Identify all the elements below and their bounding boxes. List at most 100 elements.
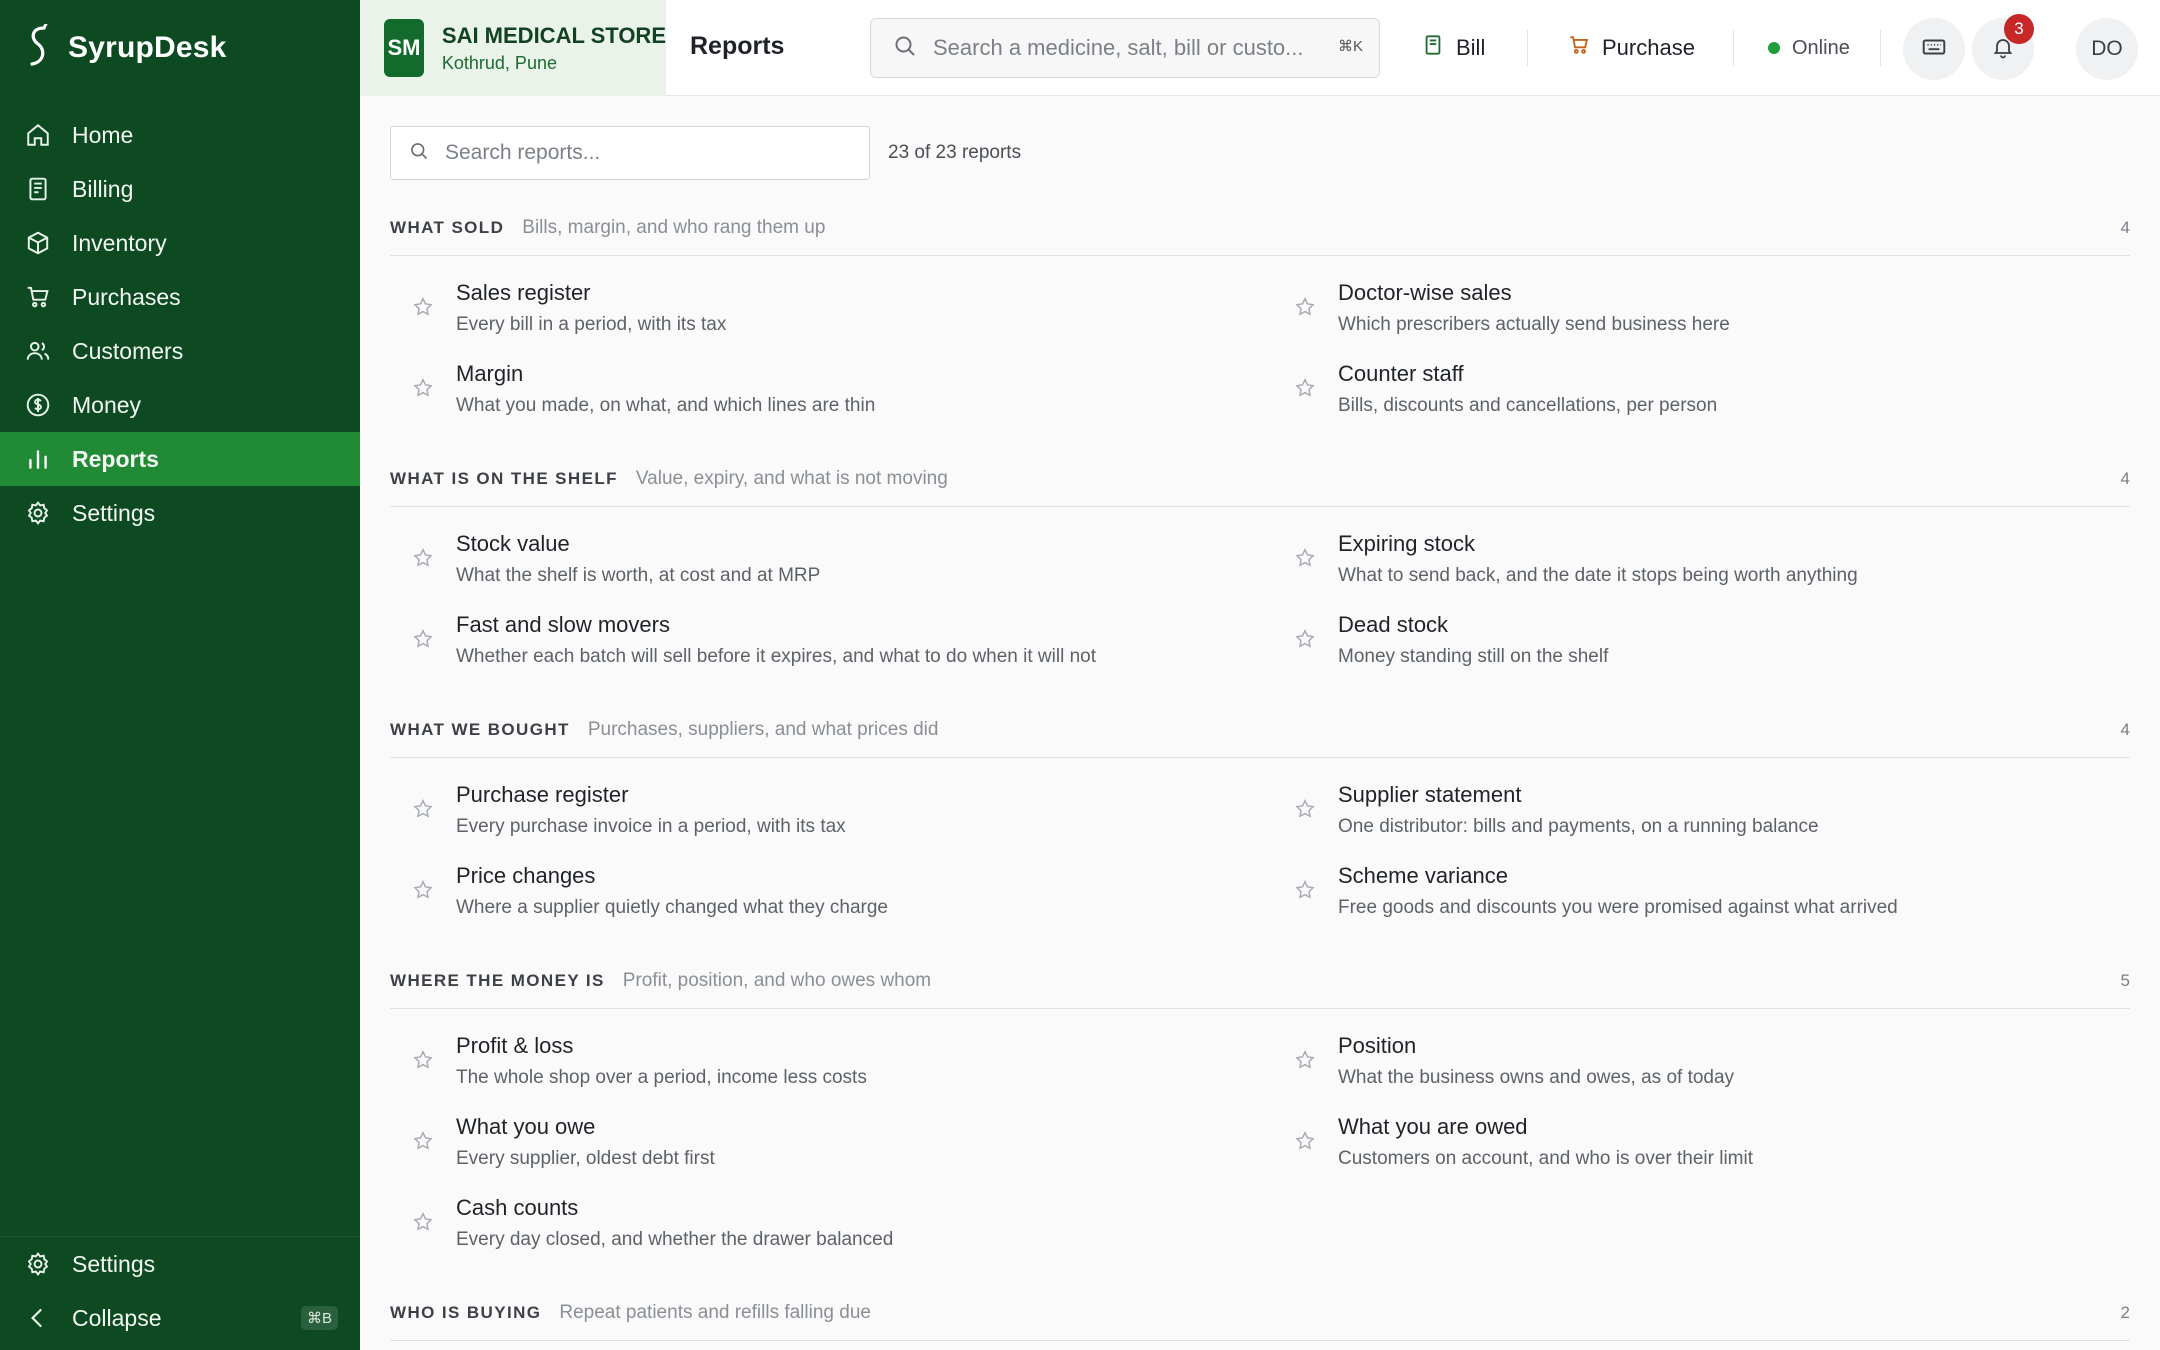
sidebar-item-purchases[interactable]: Purchases (0, 270, 360, 324)
star-icon[interactable] (1272, 853, 1338, 934)
star-icon[interactable] (390, 521, 456, 602)
report-item[interactable]: Cash counts Every day closed, and whether… (390, 1185, 1250, 1266)
report-item[interactable]: Scheme variance Free goods and discounts … (1272, 853, 2132, 934)
section-header: WHAT SOLD Bills, margin, and who rang th… (390, 200, 2130, 256)
report-description: Which prescribers actually send business… (1338, 314, 1730, 335)
purchase-button[interactable]: Purchase (1568, 26, 1695, 70)
report-description: Free goods and discounts you were promis… (1338, 897, 1898, 918)
star-icon[interactable] (390, 351, 456, 432)
chevron-left-icon (24, 1304, 52, 1332)
star-icon[interactable] (390, 772, 456, 853)
star-icon[interactable] (1272, 772, 1338, 853)
report-item[interactable]: Price changes Where a supplier quietly ch… (390, 853, 1250, 934)
star-icon[interactable] (1272, 1023, 1338, 1104)
star-icon[interactable] (390, 1023, 456, 1104)
divider (1527, 30, 1528, 66)
section-count: 4 (2120, 468, 2130, 488)
report-item[interactable]: Purchase register Every purchase invoice … (390, 772, 1250, 853)
star-icon[interactable] (390, 1104, 456, 1185)
reports-search[interactable] (390, 126, 870, 180)
section-header: WHO IS BUYING Repeat patients and refill… (390, 1285, 2130, 1341)
sidebar-item-settings[interactable]: Settings (0, 486, 360, 540)
report-item[interactable]: Counter staff Bills, discounts and cancel… (1272, 351, 2132, 432)
star-icon[interactable] (1272, 270, 1338, 351)
app-logo[interactable]: SyrupDesk (24, 22, 227, 73)
star-icon[interactable] (1272, 351, 1338, 432)
user-avatar-button[interactable]: DO (2076, 18, 2138, 80)
sidebar-item-home[interactable]: Home (0, 108, 360, 162)
report-item[interactable]: Margin What you made, on what, and which … (390, 351, 1250, 432)
store-switcher[interactable]: SM SAI MEDICAL STORE Kothrud, Pune (360, 0, 666, 96)
report-item[interactable]: Supplier statement One distributor: bills… (1272, 772, 2132, 853)
sidebar-footer-settings[interactable]: Settings (0, 1237, 360, 1291)
report-description: Money standing still on the shelf (1338, 646, 1609, 667)
section-title: WHO IS BUYING (390, 1302, 542, 1322)
report-description: What the business owns and owes, as of t… (1338, 1067, 1735, 1088)
report-item[interactable]: What you are owed Customers on account, a… (1272, 1104, 2132, 1185)
report-item[interactable]: Sales register Every bill in a period, wi… (390, 270, 1250, 351)
global-search[interactable]: Search a medicine, salt, bill or custo..… (870, 18, 1380, 78)
global-search-placeholder: Search a medicine, salt, bill or custo..… (933, 35, 1304, 60)
keyboard-icon (1921, 34, 1947, 65)
section-header: WHAT IS ON THE SHELF Value, expiry, and … (390, 451, 2130, 507)
report-item[interactable]: Doctor-wise sales Which prescribers actua… (1272, 270, 2132, 351)
report-description: Bills, discounts and cancellations, per … (1338, 395, 1718, 416)
report-item[interactable]: What you owe Every supplier, oldest debt … (390, 1104, 1250, 1185)
sidebar-item-label: Reports (72, 445, 159, 472)
report-section-on-the-shelf: WHAT IS ON THE SHELF Value, expiry, and … (390, 451, 2130, 667)
section-header: WHAT WE BOUGHT Purchases, suppliers, and… (390, 702, 2130, 758)
app-name: SyrupDesk (68, 31, 227, 64)
sidebar-item-inventory[interactable]: Inventory (0, 216, 360, 270)
sidebar-item-money[interactable]: Money (0, 378, 360, 432)
search-icon (893, 34, 917, 63)
sidebar-item-customers[interactable]: Customers (0, 324, 360, 378)
gear-icon (24, 1250, 52, 1278)
collapse-shortcut: ⌘B (300, 1306, 338, 1330)
report-item[interactable]: Dead stock Money standing still on the sh… (1272, 602, 2132, 683)
star-icon[interactable] (1272, 1104, 1338, 1185)
star-icon[interactable] (1272, 602, 1338, 683)
bill-button[interactable]: Bill (1422, 26, 1485, 70)
section-subtitle: Bills, margin, and who rang them up (522, 216, 826, 238)
report-item[interactable]: Fast and slow movers Whether each batch w… (390, 602, 1250, 683)
star-icon[interactable] (1272, 521, 1338, 602)
online-status-label: Online (1792, 36, 1850, 59)
notifications-button[interactable]: 3 (1972, 14, 2034, 80)
star-icon[interactable] (390, 602, 456, 683)
sidebar-item-billing[interactable]: Billing (0, 162, 360, 216)
online-status-dot (1768, 42, 1780, 54)
keyboard-shortcuts-button[interactable] (1903, 18, 1965, 80)
report-section-what-we-bought: WHAT WE BOUGHT Purchases, suppliers, and… (390, 702, 2130, 918)
report-item[interactable]: Profit & loss The whole shop over a perio… (390, 1023, 1250, 1104)
store-info: SAI MEDICAL STORE Kothrud, Pune (442, 23, 666, 74)
star-icon[interactable] (390, 270, 456, 351)
star-icon[interactable] (390, 853, 456, 934)
syrup-logo-icon (24, 22, 54, 73)
report-description: Every bill in a period, with its tax (456, 314, 727, 335)
report-title: Dead stock (1338, 612, 1449, 637)
sidebar-item-label: Inventory (72, 229, 167, 256)
report-title: Supplier statement (1338, 782, 1522, 807)
divider (1733, 30, 1734, 66)
search-icon (409, 141, 429, 166)
section-count: 4 (2120, 217, 2130, 237)
report-description: What the shelf is worth, at cost and at … (456, 565, 821, 586)
report-item[interactable]: Position What the business owns and owes,… (1272, 1023, 2132, 1104)
reports-search-input[interactable] (445, 141, 845, 165)
report-item[interactable]: Stock value What the shelf is worth, at c… (390, 521, 1250, 602)
sidebar-item-label: Settings (72, 499, 156, 526)
divider (1880, 30, 1881, 66)
collapse-button[interactable]: Collapse ⌘B (0, 1291, 360, 1345)
bar-chart-icon (24, 445, 52, 473)
report-section-what-sold: WHAT SOLD Bills, margin, and who rang th… (390, 200, 2130, 416)
report-description: Whether each batch will sell before it e… (456, 646, 1096, 667)
star-icon[interactable] (390, 1185, 456, 1266)
sidebar-item-reports[interactable]: Reports (0, 432, 360, 486)
sidebar-item-label: Purchases (72, 283, 181, 310)
receipt-icon (1422, 34, 1444, 62)
report-title: Cash counts (456, 1195, 579, 1220)
store-avatar: SM (384, 19, 424, 77)
report-item[interactable]: Expiring stock What to send back, and the… (1272, 521, 2132, 602)
online-status: Online (1768, 26, 1850, 70)
section-title: WHAT IS ON THE SHELF (390, 468, 618, 488)
